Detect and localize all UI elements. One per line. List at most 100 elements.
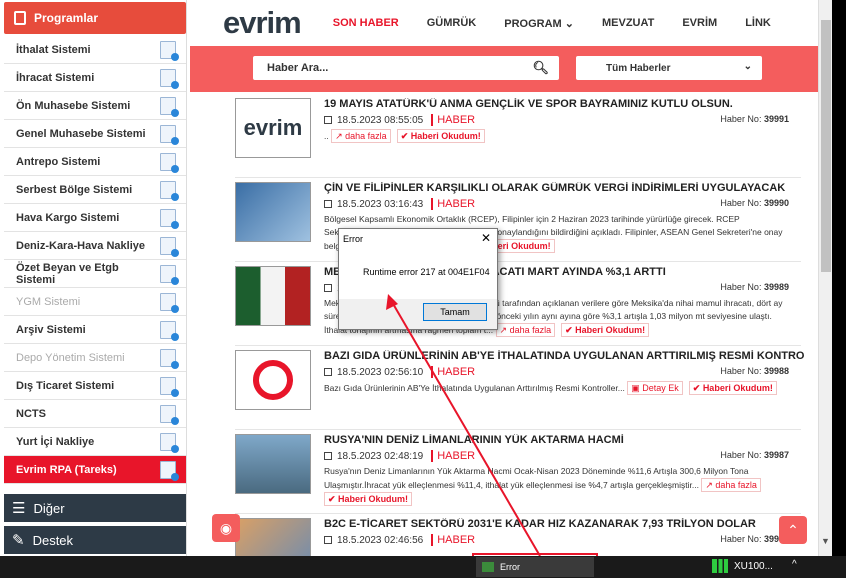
close-icon[interactable]: ✕ bbox=[481, 231, 491, 245]
scrollbar-thumb[interactable] bbox=[821, 20, 831, 272]
mark-read-button[interactable]: ✔ Haberi Okudum! bbox=[688, 381, 777, 395]
programs-header[interactable]: Programlar bbox=[4, 2, 186, 34]
news-title[interactable]: RUSYA'NIN DENİZ LİMANLARININ YÜK AKTARMA… bbox=[324, 434, 804, 446]
program-icon bbox=[160, 96, 179, 117]
program-icon bbox=[160, 124, 179, 145]
news-body-text: Rusya'nın Deniz Limanlarının Yük Aktarma… bbox=[324, 466, 749, 490]
program-icon bbox=[160, 180, 179, 201]
chart-icon bbox=[712, 559, 728, 573]
dialog-footer: Tamam bbox=[339, 299, 497, 329]
sidebar-item[interactable]: Serbest Bölge Sistemi bbox=[4, 176, 186, 204]
news-item: MEKSİKA'DA NİHAİ MAMUL İHRACATI MART AYI… bbox=[235, 266, 801, 346]
news-title[interactable]: B2C E-TİCARET SEKTÖRÜ 2031'E KADAR HIZ K… bbox=[324, 518, 804, 530]
news-number-value: 39988 bbox=[763, 366, 789, 376]
news-category[interactable]: HABER bbox=[431, 114, 475, 126]
sidebar-item[interactable]: Yurt İçi Nakliye bbox=[4, 428, 186, 456]
sidebar-item[interactable]: Genel Muhasebe Sistemi bbox=[4, 120, 186, 148]
read-label: Haberi Okudum! bbox=[702, 383, 773, 393]
sidebar-item[interactable]: İhracat Sistemi bbox=[4, 64, 186, 92]
search-placeholder: Haber Ara... bbox=[267, 62, 329, 74]
sidebar-item[interactable]: Deniz-Kara-Hava Nakliye bbox=[4, 232, 186, 260]
calendar-icon bbox=[324, 284, 332, 292]
support-button[interactable]: ✎ Destek bbox=[4, 526, 186, 554]
sidebar-item[interactable]: Antrepo Sistemi bbox=[4, 148, 186, 176]
more-button[interactable]: ↗ daha fazla bbox=[701, 478, 761, 492]
read-label: Haberi Okudum! bbox=[410, 131, 481, 141]
nav-program-label: PROGRAM bbox=[504, 17, 562, 30]
news-body-text: Bazı Gıda Ürünlerinin AB'Ye İthalatında … bbox=[324, 383, 625, 393]
read-label: Haberi Okudum! bbox=[575, 325, 646, 335]
program-icon bbox=[160, 208, 179, 229]
news-page: evrim SON HABER GÜMRÜK PROGRAM ⌄ MEVZUAT… bbox=[187, 0, 818, 556]
news-number: Haber No: 39988 bbox=[720, 366, 789, 376]
rss-button[interactable]: ◉ bbox=[212, 514, 240, 542]
sidebar-item[interactable]: NCTS bbox=[4, 400, 186, 428]
sidebar-item[interactable]: Evrim RPA (Tareks) bbox=[4, 456, 186, 484]
sidebar-item-label: NCTS bbox=[16, 407, 46, 420]
news-category[interactable]: HABER bbox=[431, 366, 475, 378]
ok-button[interactable]: Tamam bbox=[423, 303, 487, 321]
tray-expand-icon[interactable]: ^ bbox=[792, 559, 797, 570]
taskbar-error-task[interactable]: Error bbox=[476, 557, 594, 577]
mark-read-button[interactable]: ✔ Haberi Okudum! bbox=[396, 129, 485, 143]
news-thumbnail[interactable] bbox=[235, 434, 311, 494]
nav-program[interactable]: PROGRAM ⌄ bbox=[504, 17, 574, 30]
page-scrollbar[interactable]: ▼ bbox=[818, 0, 832, 556]
search-input[interactable]: Haber Ara... 🔍︎ bbox=[253, 56, 559, 80]
search-icon[interactable]: 🔍︎ bbox=[532, 60, 549, 76]
nav-evrim[interactable]: EVRİM bbox=[682, 17, 717, 29]
news-title[interactable]: ÇİN VE FİLİPİNLER KARŞILIKLI OLARAK GÜMR… bbox=[324, 182, 804, 194]
sidebar-item[interactable]: Depo Yönetim Sistemi bbox=[4, 344, 186, 372]
sidebar-item[interactable]: YGM Sistemi bbox=[4, 288, 186, 316]
more-button[interactable]: ↗ daha fazla bbox=[331, 129, 391, 143]
sidebar-item[interactable]: Arşiv Sistemi bbox=[4, 316, 186, 344]
sidebar-item[interactable]: İthalat Sistemi bbox=[4, 36, 186, 64]
news-title[interactable]: 19 MAYIS ATATÜRK'Ü ANMA GENÇLİK VE SPOR … bbox=[324, 98, 804, 110]
news-category[interactable]: HABER bbox=[431, 450, 475, 462]
nav-gumruk[interactable]: GÜMRÜK bbox=[427, 17, 477, 29]
more-button[interactable]: ↗ daha fazla bbox=[495, 323, 556, 337]
stock-widget[interactable]: XU100... bbox=[712, 559, 773, 573]
program-icon bbox=[160, 40, 179, 61]
detail-button[interactable]: ▣ Detay Ek bbox=[627, 381, 683, 395]
other-button[interactable]: ☰ Diğer bbox=[4, 494, 186, 522]
news-item: evrim 19 MAYIS ATATÜRK'Ü ANMA GENÇLİK VE … bbox=[235, 98, 801, 178]
news-meta: 18.5.2023 02:46:56 HABER bbox=[324, 534, 475, 546]
sidebar-item[interactable]: Özet Beyan ve Etgb Sistemi bbox=[4, 260, 186, 288]
news-date: 18.5.2023 03:16:43 bbox=[337, 198, 424, 210]
news-category[interactable]: HABER bbox=[431, 198, 475, 210]
sidebar-item-label: Arşiv Sistemi bbox=[16, 323, 86, 336]
sidebar-item[interactable]: Hava Kargo Sistemi bbox=[4, 204, 186, 232]
chevron-down-icon: ⌄ bbox=[564, 17, 574, 30]
program-icon bbox=[160, 320, 179, 341]
news-number-label: Haber No: bbox=[720, 198, 762, 208]
sidebar-item[interactable]: Ön Muhasebe Sistemi bbox=[4, 92, 186, 120]
sidebar-item[interactable]: Dış Ticaret Sistemi bbox=[4, 372, 186, 400]
dialog-title: Error bbox=[343, 234, 363, 244]
news-meta: 18.5.2023 02:56:10 HABER bbox=[324, 366, 475, 378]
nav-mevzuat[interactable]: MEVZUAT bbox=[602, 17, 654, 29]
program-list: İthalat Sistemi İhracat Sistemi Ön Muhaseb… bbox=[4, 36, 186, 484]
scroll-top-button[interactable]: ⌃ bbox=[779, 516, 807, 544]
mark-read-button[interactable]: ✔ Haberi Okudum! bbox=[324, 492, 413, 506]
screen: Programlar İthalat Sistemi İhracat Sistem… bbox=[0, 0, 846, 578]
news-item: B2C E-TİCARET SEKTÖRÜ 2031'E KADAR HIZ K… bbox=[235, 518, 801, 556]
mark-read-button[interactable]: ✔ Haberi Okudum! bbox=[561, 323, 650, 337]
news-filter-select[interactable]: Tüm Haberler ⌄ bbox=[576, 56, 762, 80]
news-meta: 18.5.2023 02:48:19 HABER bbox=[324, 450, 475, 462]
news-thumbnail[interactable]: evrim bbox=[235, 98, 311, 158]
news-thumbnail[interactable] bbox=[235, 266, 311, 326]
news-thumbnail[interactable] bbox=[235, 182, 311, 242]
scroll-down-icon[interactable]: ▼ bbox=[821, 536, 830, 546]
evrim-logo[interactable]: evrim bbox=[223, 5, 302, 41]
news-thumbnail[interactable] bbox=[235, 518, 311, 556]
news-category[interactable]: HABER bbox=[431, 534, 475, 546]
news-number-label: Haber No: bbox=[720, 534, 762, 544]
nav-link[interactable]: LİNK bbox=[745, 17, 771, 29]
news-thumbnail[interactable] bbox=[235, 350, 311, 410]
menu-icon: ☰ bbox=[12, 500, 26, 517]
news-number-value: 39990 bbox=[763, 198, 789, 208]
news-title[interactable]: BAZI GIDA ÜRÜNLERİNİN AB'YE İTHALATINDA … bbox=[324, 350, 804, 362]
nav-son-haber[interactable]: SON HABER bbox=[333, 17, 399, 29]
news-number: Haber No: 39989 bbox=[720, 282, 789, 292]
